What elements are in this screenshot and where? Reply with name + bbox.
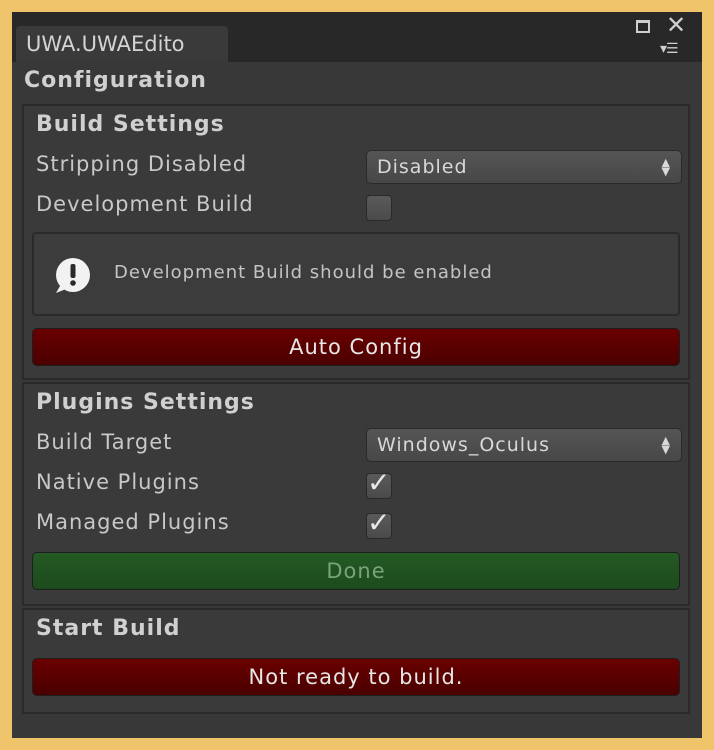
stripping-label: Stripping Disabled — [36, 152, 248, 176]
start-build-section: Start Build Not ready to build. — [22, 608, 690, 714]
managed-plugins-checkbox[interactable]: ✓ — [366, 506, 392, 539]
page-title: Configuration — [24, 68, 207, 93]
maximize-icon[interactable] — [636, 20, 650, 33]
done-button[interactable]: Done — [32, 552, 680, 590]
native-plugins-label: Native Plugins — [36, 470, 200, 494]
help-box: Development Build should be enabled — [32, 232, 680, 316]
checkmark-icon: ✓ — [367, 466, 391, 499]
development-build-label: Development Build — [36, 192, 254, 216]
build-target-value: Windows_Oculus — [377, 434, 550, 456]
warning-icon — [56, 258, 90, 293]
development-build-checkbox[interactable] — [366, 195, 392, 221]
managed-plugins-label: Managed Plugins — [36, 510, 230, 534]
help-text: Development Build should be enabled — [114, 262, 493, 283]
dropdown-arrows-icon: ▲ ▼ — [661, 434, 671, 456]
stripping-dropdown[interactable]: Disabled ▲ ▼ — [366, 150, 682, 184]
build-target-dropdown[interactable]: Windows_Oculus ▲ ▼ — [366, 428, 682, 462]
stripping-value: Disabled — [377, 156, 468, 178]
dropdown-arrows-icon: ▲ ▼ — [661, 156, 671, 178]
native-plugins-checkbox[interactable]: ✓ — [366, 466, 392, 499]
auto-config-button[interactable]: Auto Config — [32, 328, 680, 366]
start-build-heading: Start Build — [36, 616, 181, 641]
tab-bar: UWA.UWAEdito ✕ ▾☰ — [12, 12, 702, 62]
build-settings-heading: Build Settings — [36, 112, 225, 137]
close-icon[interactable]: ✕ — [666, 13, 686, 37]
editor-window: UWA.UWAEdito ✕ ▾☰ Configuration Build Se… — [12, 12, 702, 738]
plugins-settings-section: Plugins Settings Build Target Windows_Oc… — [22, 382, 690, 606]
build-target-label: Build Target — [36, 430, 173, 454]
editor-tab[interactable]: UWA.UWAEdito — [16, 26, 228, 62]
build-status-button[interactable]: Not ready to build. — [32, 658, 680, 696]
menu-icon[interactable]: ▾☰ — [660, 42, 679, 56]
build-settings-section: Build Settings Stripping Disabled Disabl… — [22, 104, 690, 380]
plugins-settings-heading: Plugins Settings — [36, 390, 255, 415]
checkmark-icon: ✓ — [367, 506, 391, 539]
